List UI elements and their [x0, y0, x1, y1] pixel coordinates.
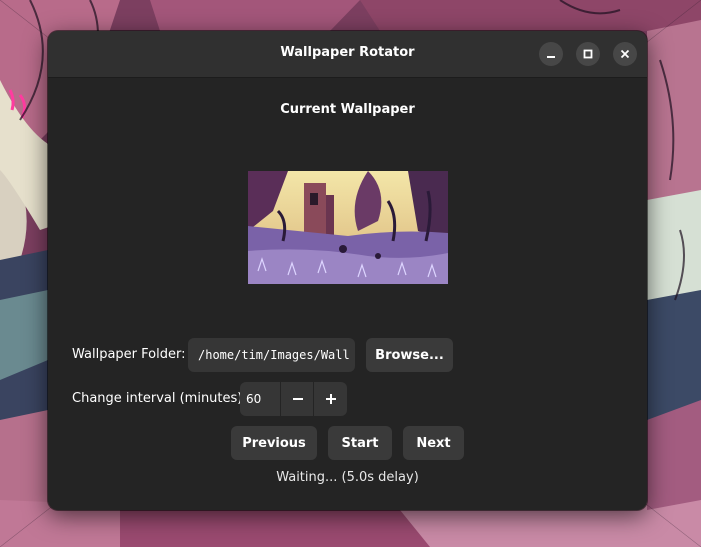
browse-button[interactable]: Browse...	[366, 338, 453, 372]
minimize-button[interactable]	[539, 42, 563, 66]
wallpaper-preview-image	[248, 171, 448, 284]
desktop-wallpaper: Wallpaper Rotator Current Wallpaper Wall…	[0, 0, 701, 547]
next-button[interactable]: Next	[403, 426, 464, 460]
change-interval-label: Change interval (minutes):	[72, 391, 247, 406]
close-button[interactable]	[613, 42, 637, 66]
plus-icon	[325, 394, 336, 404]
interval-spinbutton[interactable]: 60	[240, 382, 347, 416]
maximize-button[interactable]	[576, 42, 600, 66]
current-wallpaper-heading: Current Wallpaper	[280, 102, 415, 117]
main-content: Current Wallpaper Wallpaper Folder: /hom…	[48, 78, 647, 510]
app-window: Wallpaper Rotator Current Wallpaper Wall…	[48, 31, 647, 510]
minus-icon	[292, 398, 303, 400]
wallpaper-thumbnail	[248, 171, 448, 284]
close-icon	[620, 49, 630, 59]
title-bar[interactable]: Wallpaper Rotator	[48, 31, 647, 78]
previous-button[interactable]: Previous	[231, 426, 317, 460]
interval-increment-button[interactable]	[313, 382, 347, 416]
wallpaper-folder-label: Wallpaper Folder:	[72, 347, 186, 362]
interval-decrement-button[interactable]	[280, 382, 314, 416]
start-button[interactable]: Start	[328, 426, 392, 460]
wallpaper-folder-field[interactable]	[188, 338, 355, 372]
status-text: Waiting... (5.0s delay)	[276, 470, 419, 485]
interval-value[interactable]: 60	[246, 382, 280, 416]
minimize-icon	[547, 56, 555, 58]
maximize-icon	[583, 49, 593, 59]
wallpaper-folder-input[interactable]	[188, 338, 355, 372]
